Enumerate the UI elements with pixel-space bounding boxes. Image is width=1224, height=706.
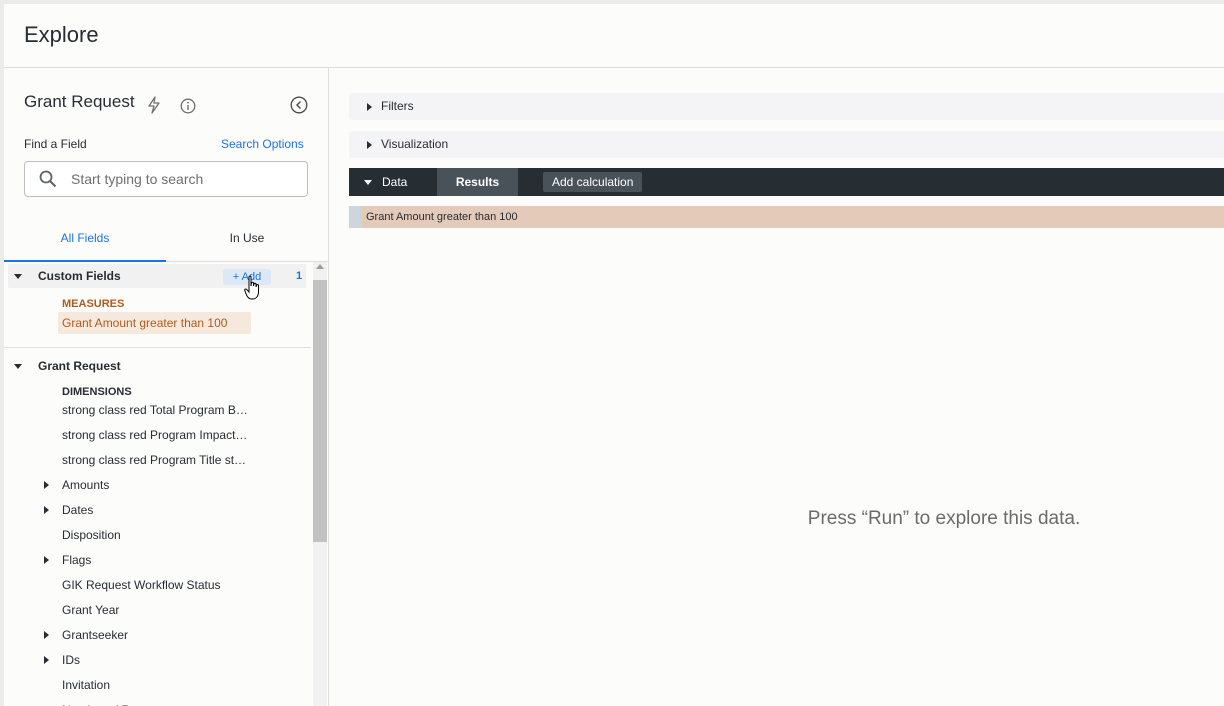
dimension-item[interactable]: Amounts bbox=[4, 475, 304, 495]
scrollbar-thumb[interactable] bbox=[313, 280, 327, 542]
dimension-item-label: Dates bbox=[62, 503, 94, 517]
dimension-item-label: IDs bbox=[62, 653, 80, 667]
results-column-header: Grant Amount greater than 100 bbox=[349, 206, 1224, 228]
dimension-item-label: Amounts bbox=[62, 478, 110, 492]
dimension-item[interactable]: Invitation bbox=[4, 675, 304, 695]
explore-title: Grant Request bbox=[24, 92, 135, 111]
dimension-item[interactable]: GIK Request Workflow Status bbox=[4, 575, 304, 595]
field-search-box[interactable] bbox=[24, 161, 308, 197]
tab-all-fields[interactable]: All Fields bbox=[4, 218, 166, 262]
data-toggle[interactable]: Data bbox=[382, 168, 407, 196]
field-list: Custom Fields + Add 1 MEASURES Grant Amo… bbox=[4, 262, 311, 706]
dimension-item[interactable]: strong class red Program Title st… bbox=[4, 450, 304, 470]
dimension-item-label: Disposition bbox=[62, 528, 121, 542]
dimension-item[interactable]: strong class red Program Impact… bbox=[4, 425, 304, 445]
chevron-right-icon[interactable] bbox=[44, 481, 49, 489]
tab-in-use[interactable]: In Use bbox=[166, 218, 328, 260]
chevron-right-icon[interactable] bbox=[44, 631, 49, 639]
chevron-right-icon bbox=[367, 103, 372, 111]
custom-fields-count: 1 bbox=[296, 270, 303, 282]
dimension-item-label: strong class red Program Title st… bbox=[62, 453, 247, 467]
dimension-item[interactable]: Disposition bbox=[4, 525, 304, 545]
filters-bar[interactable]: Filters bbox=[349, 93, 1224, 120]
search-icon bbox=[39, 170, 57, 188]
chevron-right-icon[interactable] bbox=[44, 506, 49, 514]
find-field-label: Find a Field bbox=[24, 137, 87, 151]
chevron-down-icon[interactable] bbox=[14, 274, 22, 279]
tab-results[interactable]: Results bbox=[437, 168, 518, 196]
hand-pointer-cursor-icon bbox=[244, 275, 259, 300]
measure-grant-amount-greater-than-100[interactable]: Grant Amount greater than 100 bbox=[58, 312, 252, 334]
collapse-sidebar-icon[interactable] bbox=[290, 96, 308, 114]
measures-section-label: MEASURES bbox=[62, 298, 125, 310]
dimension-item[interactable]: Dates bbox=[4, 500, 304, 520]
dimension-item[interactable]: Number of Requests bbox=[4, 700, 304, 706]
chevron-right-icon bbox=[367, 141, 372, 149]
dimension-item[interactable]: Grant Year bbox=[4, 600, 304, 620]
field-tabs: All Fields In Use bbox=[4, 218, 328, 262]
column-header-grant-amount-greater-than-100[interactable]: Grant Amount greater than 100 bbox=[366, 206, 518, 228]
dimension-item[interactable]: IDs bbox=[4, 650, 304, 670]
dimension-item-label: strong class red Total Program B… bbox=[62, 403, 248, 417]
page-header: Explore bbox=[4, 4, 1224, 68]
dimension-item[interactable]: Grantseeker bbox=[4, 625, 304, 645]
dimension-item-label: Grantseeker bbox=[62, 628, 129, 642]
page-title: Explore bbox=[24, 22, 99, 47]
explore-main-panel: Filters Visualization Data Results Add c… bbox=[329, 68, 1224, 706]
dimensions-section-label: DIMENSIONS bbox=[62, 386, 132, 398]
chevron-right-icon[interactable] bbox=[44, 656, 49, 664]
field-search-input[interactable] bbox=[69, 163, 303, 195]
search-options-link[interactable]: Search Options bbox=[221, 137, 304, 151]
add-calculation-button[interactable]: Add calculation bbox=[543, 172, 643, 192]
dimension-item[interactable]: Flags bbox=[4, 550, 304, 570]
row-number-header-cell bbox=[349, 206, 361, 228]
divider bbox=[4, 347, 311, 348]
dimension-item[interactable]: strong class red Total Program B… bbox=[4, 400, 304, 420]
grant-request-view-label: Grant Request bbox=[38, 359, 121, 373]
data-bar: Data Results Add calculation bbox=[349, 168, 1224, 196]
dimension-item-label: Invitation bbox=[62, 678, 111, 692]
filters-label: Filters bbox=[381, 99, 414, 113]
lightning-bolt-icon[interactable] bbox=[147, 96, 161, 114]
empty-results-message: Press “Run” to explore this data. bbox=[807, 508, 1081, 529]
dimension-item-label: Grant Year bbox=[62, 603, 120, 617]
field-picker-sidebar: Grant Request Find a Field Search Option… bbox=[4, 68, 329, 706]
dimension-item-label: GIK Request Workflow Status bbox=[62, 578, 221, 592]
explore-window: Explore Grant Request Find a Field Searc… bbox=[4, 4, 1224, 706]
chevron-down-icon[interactable] bbox=[364, 180, 372, 185]
scroll-up-arrow-icon[interactable] bbox=[316, 264, 324, 269]
custom-fields-label: Custom Fields bbox=[38, 269, 121, 283]
chevron-right-icon[interactable] bbox=[44, 556, 49, 564]
grant-request-view-header[interactable]: Grant Request bbox=[4, 358, 304, 378]
dimension-item-label: Flags bbox=[62, 553, 92, 567]
chevron-down-icon[interactable] bbox=[14, 364, 22, 369]
dimension-item-label: strong class red Program Impact… bbox=[62, 428, 248, 442]
visualization-bar[interactable]: Visualization bbox=[349, 131, 1224, 158]
info-icon[interactable] bbox=[180, 98, 196, 114]
visualization-label: Visualization bbox=[381, 137, 449, 151]
